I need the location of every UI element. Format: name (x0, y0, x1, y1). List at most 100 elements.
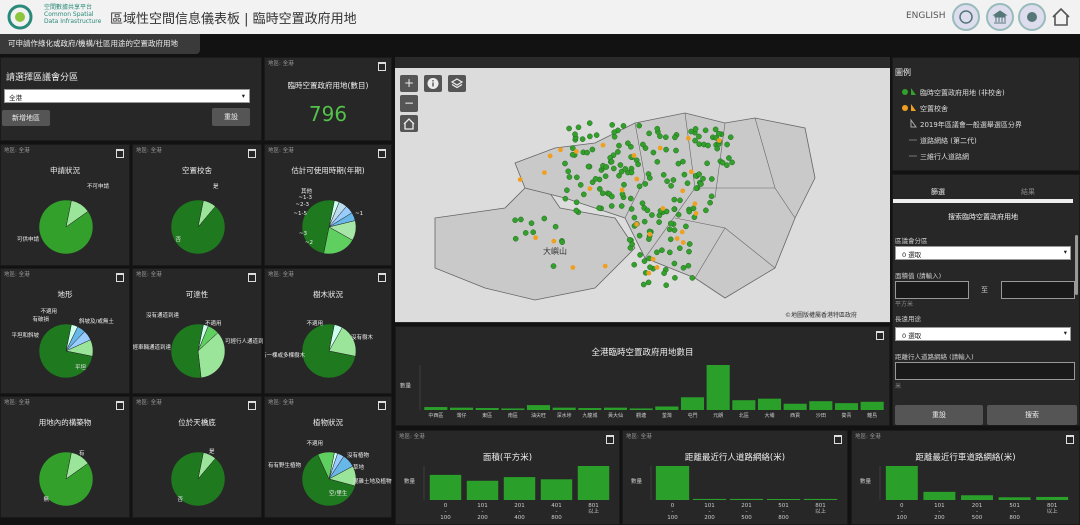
filter-reset-button[interactable]: 重設 (895, 405, 983, 425)
site-point[interactable] (635, 161, 641, 168)
school-point[interactable] (693, 211, 699, 216)
site-point[interactable] (646, 236, 652, 242)
site-point[interactable] (550, 263, 557, 269)
site-point[interactable] (670, 177, 677, 183)
bar[interactable] (475, 408, 499, 410)
site-point[interactable] (729, 159, 735, 166)
site-point[interactable] (628, 169, 635, 176)
site-point[interactable] (726, 155, 732, 161)
site-point[interactable] (631, 261, 637, 268)
pie-chart[interactable]: 不適用沒有植物草地混雜土地及植物 有有野生植物空/里生 (265, 427, 393, 519)
site-point[interactable] (611, 129, 617, 135)
site-point[interactable] (727, 134, 734, 140)
bar[interactable] (466, 480, 499, 500)
site-point[interactable] (608, 158, 615, 165)
school-point[interactable] (517, 177, 523, 182)
site-point[interactable] (512, 217, 518, 223)
school-point[interactable] (716, 138, 722, 143)
site-point[interactable] (644, 207, 651, 214)
site-point[interactable] (675, 211, 682, 218)
maximize-icon[interactable] (378, 62, 386, 71)
site-point[interactable] (577, 182, 584, 188)
csdi-logo-icon[interactable] (6, 3, 40, 31)
site-point[interactable] (689, 275, 696, 281)
site-point[interactable] (522, 230, 529, 236)
school-point[interactable] (551, 238, 557, 244)
pie-chart[interactable]: 不適用有破損 斜坡及/或無土平坦和斜坡平坦 (1, 299, 131, 395)
bar[interactable] (766, 499, 801, 500)
school-point[interactable] (660, 206, 666, 211)
site-point[interactable] (640, 281, 647, 288)
school-point[interactable] (570, 265, 576, 270)
school-point[interactable] (634, 221, 639, 227)
site-point[interactable] (599, 190, 606, 197)
school-point[interactable] (646, 270, 652, 276)
site-point[interactable] (608, 203, 615, 209)
maximize-icon[interactable] (606, 435, 614, 444)
school-point[interactable] (680, 188, 686, 194)
bar[interactable] (503, 477, 536, 500)
site-point[interactable] (656, 219, 662, 225)
site-point[interactable] (618, 203, 625, 209)
site-point[interactable] (671, 196, 678, 203)
site-point[interactable] (625, 140, 631, 146)
bar[interactable] (803, 498, 838, 500)
bar[interactable] (706, 365, 730, 410)
site-point[interactable] (696, 171, 702, 177)
site-point[interactable] (528, 220, 535, 226)
bar[interactable] (1036, 496, 1069, 500)
maximize-icon[interactable] (378, 273, 386, 282)
pie-chart[interactable]: 不適用沒有樹木有一棵或多棵樹木 (265, 299, 393, 395)
bar[interactable] (449, 407, 474, 410)
site-point[interactable] (617, 162, 624, 168)
site-point[interactable] (647, 264, 653, 270)
site-point[interactable] (620, 123, 627, 129)
site-point[interactable] (703, 207, 709, 214)
bar[interactable] (577, 466, 610, 500)
bar[interactable] (655, 406, 679, 410)
site-point[interactable] (640, 141, 646, 148)
site-point[interactable] (708, 176, 715, 182)
site-point[interactable] (681, 171, 688, 178)
site-point[interactable] (637, 252, 643, 258)
site-point[interactable] (661, 270, 667, 276)
pie-chart[interactable]: 有無 (1, 427, 131, 519)
site-point[interactable] (667, 220, 674, 227)
site-point[interactable] (585, 163, 592, 170)
bar[interactable] (834, 403, 859, 410)
site-point[interactable] (636, 183, 643, 190)
site-point[interactable] (611, 134, 618, 140)
site-point[interactable] (603, 164, 610, 170)
site-point[interactable] (666, 226, 673, 233)
site-point[interactable] (589, 146, 596, 153)
bar[interactable] (578, 408, 602, 410)
site-point[interactable] (724, 141, 730, 148)
site-point[interactable] (662, 134, 669, 140)
bar[interactable] (998, 497, 1031, 500)
bar[interactable] (732, 400, 756, 410)
csdi-portal-icon[interactable] (952, 3, 980, 31)
site-point[interactable] (680, 264, 687, 271)
zoom-out-button[interactable]: − (400, 95, 418, 112)
site-point[interactable] (579, 136, 586, 142)
language-toggle[interactable]: ENGLISH (906, 11, 946, 21)
pie-chart[interactable]: 是否 (133, 175, 263, 267)
site-point[interactable] (559, 239, 565, 245)
site-point[interactable] (696, 141, 703, 147)
site-point[interactable] (696, 133, 702, 140)
maximize-icon[interactable] (876, 331, 884, 340)
maximize-icon[interactable] (248, 273, 256, 282)
site-point[interactable] (530, 229, 536, 235)
site-point[interactable] (573, 207, 580, 214)
district-filter-select[interactable]: 0 選取 ▾ (895, 246, 1071, 260)
site-point[interactable] (584, 149, 590, 156)
school-point[interactable] (542, 170, 547, 175)
maximize-icon[interactable] (116, 401, 124, 410)
site-point[interactable] (586, 120, 593, 126)
site-point[interactable] (645, 279, 652, 286)
site-point[interactable] (693, 185, 700, 192)
school-point[interactable] (692, 201, 698, 207)
school-point[interactable] (680, 240, 686, 245)
school-point[interactable] (619, 187, 625, 193)
school-point[interactable] (688, 169, 694, 175)
